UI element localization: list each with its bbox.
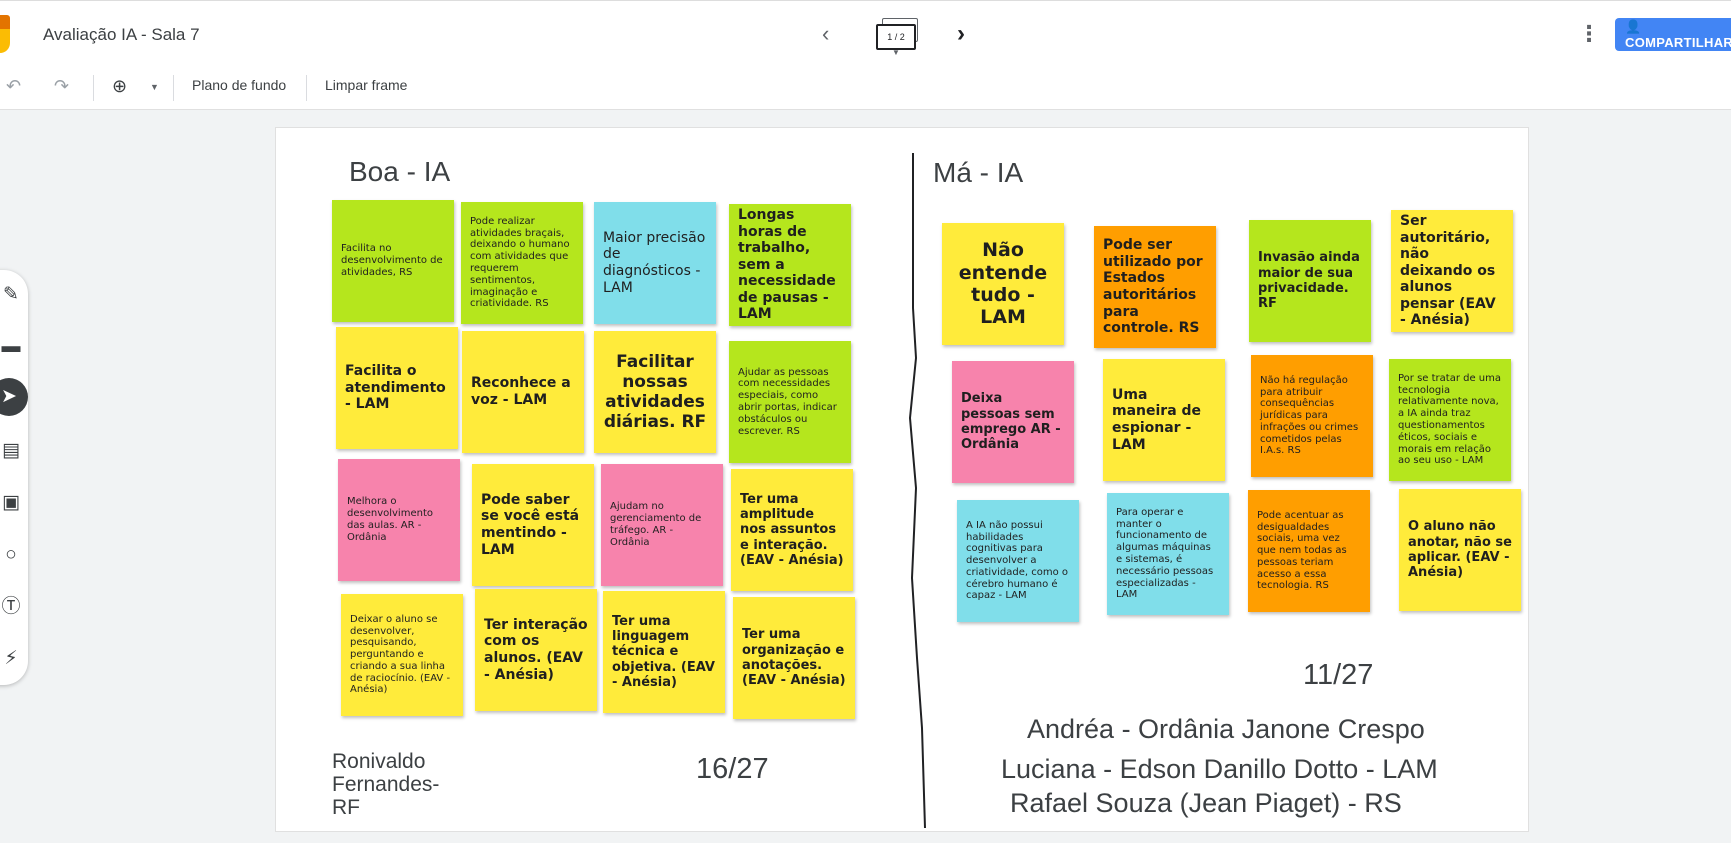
heading-boa-ia[interactable]: Boa - IA — [349, 156, 450, 188]
sticky-note[interactable]: Ajudam no gerenciamento de tráfego. AR -… — [601, 464, 723, 586]
toolbar: ↶ ↷ ⊕ ▼ Plano de fundo Limpar frame — [0, 67, 1731, 110]
top-bar: Avaliação IA - Sala 7 ‹ 1 / 2 ▼ › ⋮ 👤COM… — [0, 0, 1731, 68]
image-icon[interactable]: ▣ — [0, 488, 26, 518]
sticky-note[interactable]: Não entende tudo - LAM — [942, 223, 1064, 345]
toolbar-divider — [173, 75, 174, 101]
more-options-icon[interactable]: ⋮ — [1578, 21, 1600, 47]
score-left[interactable]: 16/27 — [696, 753, 769, 786]
author-line[interactable]: Rafael Souza (Jean Piaget) - RS — [1010, 788, 1402, 819]
author-line[interactable]: Andréa - Ordânia Janone Crespo — [1027, 714, 1425, 745]
sticky-note[interactable]: Pode acentuar as desigualdades sociais, … — [1248, 490, 1370, 612]
clear-frame-button[interactable]: Limpar frame — [325, 77, 407, 93]
zoom-icon[interactable]: ⊕ — [112, 76, 127, 97]
score-right[interactable]: 11/27 — [1303, 659, 1373, 692]
frame-bar-toggle[interactable]: 1 / 2 ▼ — [876, 18, 918, 57]
sticky-note[interactable]: Facilita o atendimento - LAM — [336, 327, 458, 449]
toolbar-divider — [306, 75, 307, 101]
next-frame-icon[interactable]: › — [957, 20, 965, 48]
share-button[interactable]: 👤COMPARTILHAR — [1615, 18, 1731, 51]
author-line[interactable]: Luciana - Edson Danillo Dotto - LAM — [1001, 754, 1438, 785]
heading-ma-ia[interactable]: Má - IA — [933, 157, 1023, 189]
laser-icon[interactable]: ⚡ — [0, 644, 26, 674]
share-label: COMPARTILHAR — [1625, 35, 1731, 50]
sticky-note[interactable]: A IA não possui habilidades cognitivas p… — [957, 500, 1079, 622]
sticky-note[interactable]: Facilita no desenvolvimento de atividade… — [332, 200, 454, 322]
author-left[interactable]: Ronivaldo Fernandes- RF — [332, 750, 472, 819]
sticky-note[interactable]: Pode saber se você está mentindo - LAM — [472, 464, 594, 586]
sticky-note[interactable]: Não há regulação para atribuir consequên… — [1251, 355, 1373, 477]
sticky-note[interactable]: Melhora o desenvolvimento das aulas. AR … — [338, 459, 460, 581]
eraser-icon[interactable]: ▬ — [0, 332, 26, 362]
sticky-note[interactable]: Ajudar as pessoas com necessidades espec… — [729, 341, 851, 463]
sticky-note[interactable]: Por se tratar de uma tecnologia relativa… — [1389, 359, 1511, 481]
background-button[interactable]: Plano de fundo — [192, 77, 286, 93]
jamboard-logo-icon[interactable] — [0, 15, 20, 53]
zoom-dropdown-icon[interactable]: ▼ — [150, 82, 159, 92]
tool-palette: ✎ ▬ ➤ ▤ ▣ ○ Ⓣ ⚡ — [0, 270, 28, 685]
sticky-note[interactable]: Uma maneira de espionar - LAM — [1103, 359, 1225, 481]
sticky-note[interactable]: Ter uma linguagem técnica e objetiva. (E… — [603, 591, 725, 713]
text-box-icon[interactable]: Ⓣ — [0, 592, 26, 622]
pen-icon[interactable]: ✎ — [0, 280, 26, 310]
previous-frame-icon[interactable]: ‹ — [822, 21, 829, 47]
undo-icon[interactable]: ↶ — [6, 76, 21, 97]
document-title[interactable]: Avaliação IA - Sala 7 — [43, 25, 200, 45]
sticky-note[interactable]: Para operar e manter o funcionamento de … — [1107, 493, 1229, 615]
sticky-note[interactable]: Longas horas de trabalho, sem a necessid… — [729, 204, 851, 326]
sticky-note[interactable]: Facilitar nossas atividades diárias. RF — [594, 331, 716, 453]
sticky-note[interactable]: Deixa pessoas sem emprego AR - Ordânia — [952, 361, 1074, 483]
sticky-note-icon[interactable]: ▤ — [0, 436, 26, 466]
sticky-note[interactable]: Reconhece a voz - LAM — [462, 331, 584, 453]
sticky-note[interactable]: Ser autoritário, não deixando os alunos … — [1391, 210, 1513, 332]
select-icon[interactable]: ➤ — [0, 378, 28, 416]
sticky-note[interactable]: O aluno não anotar, não se aplicar. (EAV… — [1399, 489, 1521, 611]
chevron-down-icon: ▼ — [892, 48, 900, 57]
whiteboard-frame[interactable]: Boa - IA Má - IA Facilita no desenvolvim… — [275, 127, 1529, 832]
frame-indicator: 1 / 2 — [876, 24, 916, 50]
sticky-note[interactable]: Ter uma amplitude nos assuntos e interaç… — [731, 469, 853, 591]
person-lock-icon: 👤 — [1625, 19, 1642, 34]
sticky-note[interactable]: Maior precisão de diagnósticos - LAM — [594, 202, 716, 324]
sticky-note[interactable]: Pode ser utilizado por Estados autoritár… — [1094, 226, 1216, 348]
circle-icon[interactable]: ○ — [0, 540, 26, 570]
sticky-note[interactable]: Invasão ainda maior de sua privacidade. … — [1249, 220, 1371, 342]
sticky-note[interactable]: Ter interação com os alunos. (EAV - Anés… — [475, 589, 597, 711]
sticky-note[interactable]: Deixar o aluno se desenvolver, pesquisan… — [341, 594, 463, 716]
sticky-note[interactable]: Pode realizar atividades braçais, deixan… — [461, 202, 583, 324]
toolbar-divider — [93, 75, 94, 101]
sticky-note[interactable]: Ter uma organização e anotações. (EAV - … — [733, 597, 855, 719]
redo-icon[interactable]: ↷ — [54, 76, 69, 97]
